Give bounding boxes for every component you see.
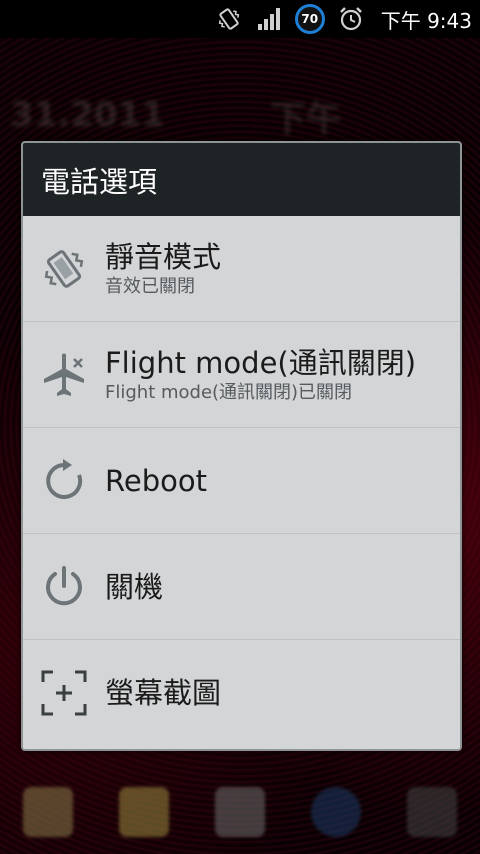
option-title: 關機 bbox=[105, 569, 164, 604]
home-screen: 70 下午 9:43 31.2011 下午 電話選項 靜音模式 音效已關閉 Fl… bbox=[0, 0, 480, 854]
screenshot-icon bbox=[23, 640, 105, 746]
option-title: Flight mode(通訊關閉) bbox=[105, 345, 417, 380]
reboot-icon bbox=[23, 428, 105, 534]
vibrate-icon bbox=[23, 216, 105, 322]
battery-icon: 70 bbox=[294, 4, 325, 34]
option-title: 螢幕截圖 bbox=[105, 676, 222, 710]
power-icon bbox=[23, 534, 105, 640]
option-title: 靜音模式 bbox=[105, 239, 222, 274]
option-screenshot[interactable]: 螢幕截圖 bbox=[23, 640, 460, 746]
alarm-icon bbox=[337, 5, 365, 33]
background-ampm-widget: 下午 bbox=[270, 99, 343, 140]
option-reboot[interactable]: Reboot bbox=[23, 428, 460, 534]
dock-app-icon bbox=[119, 787, 169, 837]
airplane-off-icon bbox=[23, 322, 105, 428]
option-subtitle: Flight mode(通訊關閉)已關閉 bbox=[105, 381, 353, 403]
signal-icon bbox=[255, 5, 283, 33]
dock-app-icon bbox=[311, 787, 361, 837]
vibrate-icon bbox=[215, 5, 243, 33]
status-bar: 70 下午 9:43 bbox=[0, 0, 480, 38]
home-dock bbox=[0, 770, 480, 854]
phone-options-dialog: 電話選項 靜音模式 音效已關閉 Flight mode(通訊關閉) Flight… bbox=[21, 141, 462, 751]
option-subtitle: 音效已關閉 bbox=[105, 275, 195, 297]
dialog-title: 電話選項 bbox=[41, 164, 158, 199]
background-date-widget: 31.2011 bbox=[10, 95, 165, 135]
option-silent-mode[interactable]: 靜音模式 音效已關閉 bbox=[23, 216, 460, 322]
option-power-off[interactable]: 關機 bbox=[23, 534, 460, 640]
app-drawer-icon bbox=[215, 787, 265, 837]
status-clock: 下午 9:43 bbox=[380, 8, 472, 33]
dock-app-icon bbox=[407, 787, 457, 837]
dialog-header: 電話選項 bbox=[23, 143, 460, 216]
option-flight-mode[interactable]: Flight mode(通訊關閉) Flight mode(通訊關閉)已關閉 bbox=[23, 322, 460, 428]
dock-app-icon bbox=[23, 787, 73, 837]
option-title: Reboot bbox=[105, 463, 207, 498]
